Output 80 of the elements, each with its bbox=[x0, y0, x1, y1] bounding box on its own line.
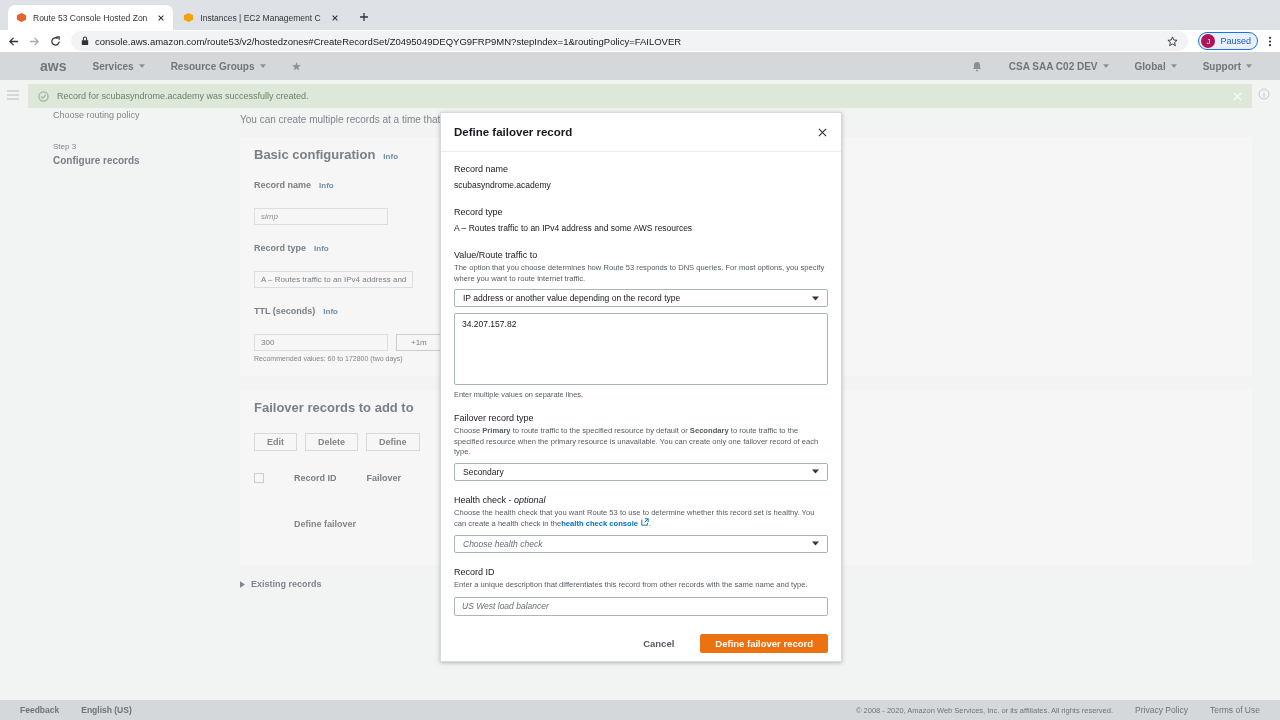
intro-text: You can create multiple records at a time that bbox=[240, 114, 442, 125]
address-bar[interactable]: console.aws.amazon.com/route53/v2/hostedzones#CreateRecordSet/Z0495049DEQYG9FRP9MN?stepIndex=1&routingPolicy=FAILOVER bbox=[71, 31, 1189, 51]
caret-icon bbox=[138, 64, 145, 68]
bookmark-star-icon[interactable] bbox=[1167, 35, 1179, 47]
field-label: Record ID bbox=[454, 566, 496, 577]
aws-logo[interactable]: aws bbox=[40, 58, 67, 74]
browser-tab[interactable]: Route 53 Console Hosted Zon bbox=[8, 5, 174, 30]
cancel-button[interactable]: Cancel bbox=[637, 633, 681, 653]
lock-icon bbox=[81, 36, 89, 46]
field-label: Record type bbox=[454, 207, 504, 217]
wizard-step-title[interactable]: Configure records bbox=[53, 155, 240, 166]
field-label: Value/Route traffic to bbox=[454, 250, 539, 260]
reload-icon[interactable] bbox=[50, 35, 61, 47]
banner-message: Record for scubasyndrome.academy was successfully created. bbox=[57, 91, 309, 101]
caret-icon bbox=[812, 469, 819, 474]
cube-icon bbox=[183, 12, 195, 23]
action-button[interactable]: Define bbox=[366, 433, 420, 451]
feedback-link[interactable]: Feedback bbox=[20, 705, 60, 715]
profile-status: Paused bbox=[1220, 36, 1251, 46]
panel-title: Failover records to add to bbox=[254, 400, 414, 415]
field-label: Record name bbox=[454, 164, 510, 174]
profile-button[interactable]: J Paused bbox=[1198, 32, 1258, 50]
external-link-icon bbox=[641, 518, 650, 526]
empty-state-link[interactable]: Define failover bbox=[294, 519, 357, 529]
wizard-step-title[interactable]: Choose routing policy bbox=[53, 110, 240, 120]
nav-menu[interactable]: Resource Groups bbox=[170, 60, 266, 72]
panel-title: Basic configuration bbox=[254, 147, 376, 162]
text-field[interactable]: simp bbox=[254, 208, 388, 225]
browser-tab[interactable]: Instances | EC2 Management C bbox=[175, 5, 347, 30]
column-header: Record ID bbox=[294, 473, 337, 483]
more-menu-icon[interactable] bbox=[1268, 35, 1272, 47]
info-link[interactable]: Info bbox=[323, 307, 338, 316]
wizard-step-number: Step 3 bbox=[53, 142, 78, 151]
language-selector[interactable]: English (US) bbox=[81, 705, 132, 715]
dropdown[interactable]: Secondary bbox=[454, 462, 828, 481]
dropdown[interactable]: Choose health check bbox=[454, 534, 828, 553]
avatar-initial: J bbox=[1201, 34, 1216, 48]
nav-menu[interactable]: Services bbox=[92, 60, 145, 72]
text-field[interactable]: A – Routes traffic to an IPv4 address and bbox=[254, 271, 414, 288]
submit-button[interactable]: Define failover record bbox=[700, 633, 828, 653]
field-label: Record type bbox=[254, 243, 306, 253]
nav-menu[interactable]: CSA SAA C02 DEV bbox=[1008, 60, 1109, 72]
check-circle-icon bbox=[38, 90, 49, 102]
nav-menu[interactable]: Global bbox=[1134, 60, 1177, 72]
caret-icon bbox=[812, 541, 819, 546]
caret-icon bbox=[1246, 64, 1252, 68]
checkbox[interactable] bbox=[254, 473, 264, 483]
expandable-section[interactable]: Existing records bbox=[240, 579, 322, 589]
action-button[interactable]: Delete bbox=[305, 433, 358, 451]
back-arrow-icon[interactable] bbox=[8, 35, 19, 47]
action-button[interactable]: Edit bbox=[254, 433, 297, 451]
close-icon[interactable] bbox=[818, 127, 827, 137]
expand-triangle-icon bbox=[240, 580, 245, 588]
field-label: Failover record type bbox=[454, 413, 535, 423]
info-link[interactable]: Info bbox=[319, 181, 334, 190]
new-tab-icon[interactable] bbox=[358, 12, 369, 22]
field-label: Health check - optional bbox=[454, 494, 547, 505]
close-icon[interactable] bbox=[157, 13, 166, 22]
add-time-button[interactable]: +1m bbox=[396, 334, 442, 351]
caret-icon bbox=[812, 295, 819, 301]
textarea-field[interactable]: 34.207.157.82 bbox=[454, 313, 828, 385]
info-link[interactable]: Info bbox=[314, 244, 329, 253]
text-field[interactable]: US West load balancer bbox=[454, 596, 828, 616]
cube-icon bbox=[16, 12, 27, 23]
info-link[interactable]: Info bbox=[383, 152, 399, 161]
footer-link[interactable]: Terms of Use bbox=[1209, 705, 1260, 715]
field-label: TTL (seconds) bbox=[254, 306, 316, 316]
modal-title: Define failover record bbox=[454, 126, 573, 138]
field-label: Record name bbox=[254, 180, 312, 190]
field-value: scubasyndrome.academy bbox=[454, 180, 552, 190]
footer-link[interactable]: Privacy Policy bbox=[1135, 705, 1188, 715]
caret-icon bbox=[259, 64, 266, 68]
caret-icon bbox=[1170, 64, 1177, 68]
text-field[interactable]: 300 bbox=[254, 334, 388, 351]
dropdown[interactable]: IP address or another value depending on the record type bbox=[454, 289, 828, 307]
close-icon[interactable] bbox=[330, 13, 339, 22]
nav-menu[interactable]: Support bbox=[1202, 60, 1252, 72]
caret-icon bbox=[1102, 64, 1109, 68]
column-header: Failover bbox=[366, 473, 402, 483]
field-value: A – Routes traffic to an IPv4 address and some AWS resources bbox=[454, 223, 694, 233]
